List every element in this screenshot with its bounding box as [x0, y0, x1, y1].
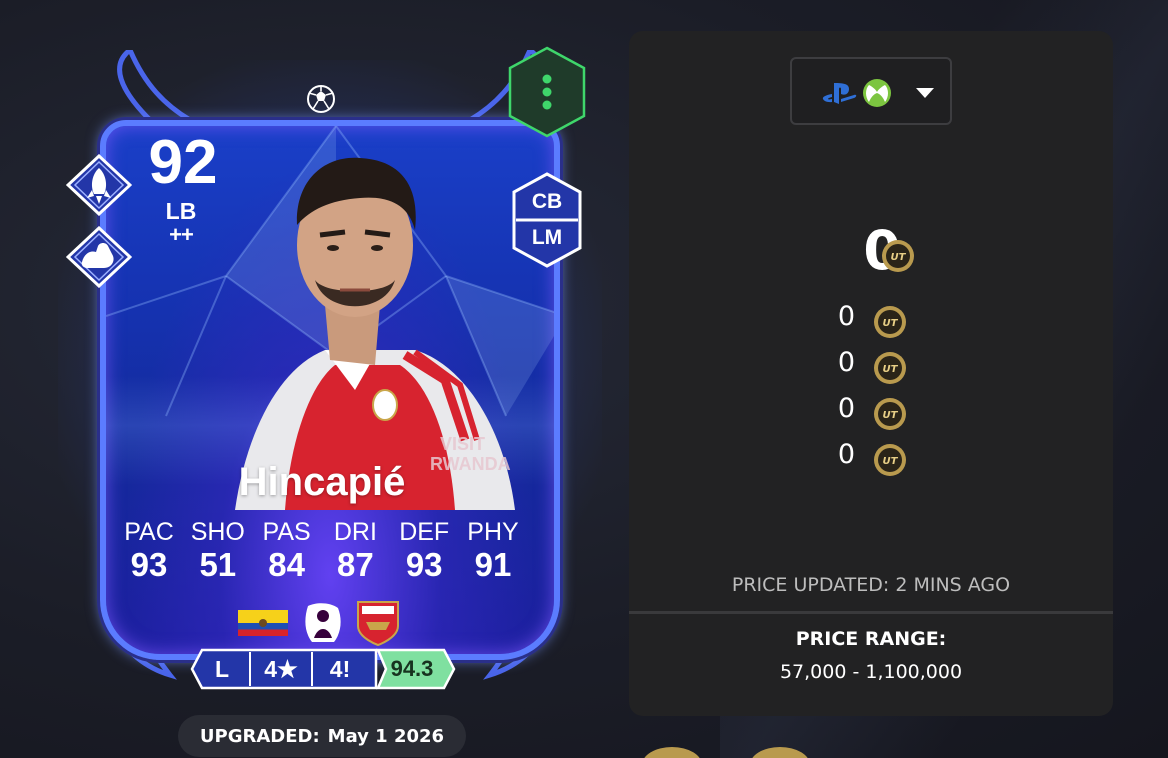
- player-image: VISIT RWANDA: [235, 157, 515, 510]
- platform-select[interactable]: [790, 57, 952, 125]
- badges-row: [238, 601, 399, 646]
- price-range-title: PRICE RANGE:: [795, 628, 947, 650]
- stat-label: PAC: [124, 518, 174, 546]
- ut-coin-icon: UT: [874, 444, 906, 476]
- stat-value: 87: [337, 546, 374, 583]
- alternate-positions: CB LM: [510, 172, 584, 268]
- svg-text:UT: UT: [891, 252, 907, 263]
- stats-row: PAC 93 SHO 51 PAS 84 DRI 87 DEF 93 PHY 9…: [116, 518, 526, 584]
- svg-text:VISIT: VISIT: [440, 434, 485, 454]
- stat-def: DEF 93: [391, 518, 457, 584]
- alternate-positions-shield: [512, 172, 582, 268]
- flexed-arm-icon[interactable]: [66, 226, 132, 288]
- playstation-icon: [822, 83, 857, 104]
- stat-sho: SHO 51: [185, 518, 251, 584]
- price-range-value: 57,000 - 1,100,000: [779, 661, 963, 683]
- alt-position-2: LM: [531, 226, 563, 249]
- card-score: 94.3: [390, 656, 434, 681]
- ut-coin-icon: UT: [874, 352, 906, 384]
- svg-text:UT: UT: [883, 318, 899, 329]
- price-panel: 0 UT 0 UT 0 UT 0 UT 0 UT PRICE UPDATED: …: [629, 31, 1113, 716]
- stat-label: PAS: [262, 518, 311, 546]
- alt-position-1: CB: [531, 190, 563, 213]
- upgraded-label: UPGRADED:: [199, 725, 320, 747]
- divider: [629, 611, 1113, 614]
- upgraded-pill: UPGRADED: May 1 2026: [178, 715, 466, 757]
- price-updated: PRICE UPDATED: 2 MINS AGO: [731, 574, 1011, 596]
- skill-moves: 4★: [264, 656, 298, 682]
- player-name: Hincapié: [238, 460, 406, 504]
- svg-text:UT: UT: [883, 364, 899, 375]
- stat-label: SHO: [190, 518, 245, 546]
- ecuador-flag-icon: [238, 610, 288, 636]
- preferred-foot: L: [214, 656, 230, 682]
- stat-dri: DRI 87: [322, 518, 388, 584]
- svg-text:UT: UT: [883, 456, 899, 467]
- primary-position: LB: [165, 198, 197, 224]
- arsenal-crest-icon: [357, 601, 399, 646]
- exclamation-icon: ǃ: [342, 656, 351, 682]
- player-card[interactable]: VISIT RWANDA 92 LB ++ CB LM Hincapié PAC: [40, 20, 620, 758]
- champions-league-ball-icon: [307, 85, 335, 113]
- stat-pas: PAS 84: [254, 518, 320, 584]
- price-row-4: 0: [837, 439, 855, 470]
- rocket-icon[interactable]: [66, 154, 132, 216]
- stat-value: 84: [268, 546, 305, 583]
- chevron-down-icon: [916, 88, 934, 98]
- price-row-3: 0: [837, 393, 855, 424]
- weak-foot: 4ǃ: [313, 656, 367, 683]
- premier-league-icon: [305, 603, 341, 642]
- stat-value: 93: [130, 546, 168, 583]
- svg-text:UT: UT: [883, 410, 899, 421]
- overall-rating: 92: [148, 128, 218, 197]
- price-row-1: 0: [837, 301, 855, 332]
- price-row-2: 0: [837, 347, 855, 378]
- stat-pac: PAC 93: [116, 518, 182, 584]
- ut-coin-icon: UT: [874, 306, 906, 338]
- ut-coin-icon: UT: [882, 240, 914, 272]
- xbox-icon: [863, 79, 891, 107]
- weak-foot-value: 4: [329, 656, 343, 682]
- partial-coin-icons: [644, 747, 808, 758]
- card-menu-button[interactable]: [508, 46, 586, 138]
- stat-label: DEF: [399, 518, 450, 546]
- stat-label: DRI: [333, 518, 377, 546]
- upgraded-date: May 1 2026: [327, 725, 445, 747]
- stat-value: 51: [199, 546, 237, 583]
- position-level: ++: [169, 222, 194, 247]
- stat-phy: PHY 91: [460, 518, 526, 584]
- stat-value: 91: [474, 546, 512, 583]
- stat-label: PHY: [467, 518, 519, 546]
- kebab-icon: [542, 74, 552, 84]
- stat-value: 93: [405, 546, 443, 583]
- ut-coin-icon: UT: [874, 398, 906, 430]
